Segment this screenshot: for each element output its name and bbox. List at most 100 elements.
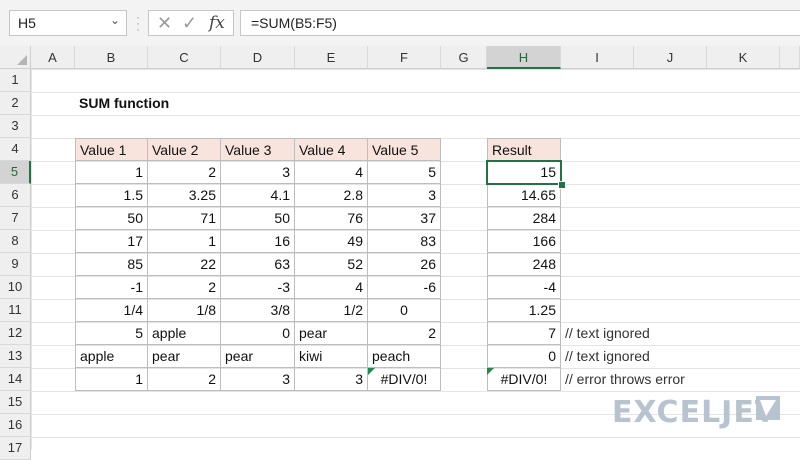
table-cell[interactable]: 50 [221,207,295,230]
table-cell[interactable]: -3 [221,276,295,299]
table-cell[interactable]: 37 [368,207,441,230]
table-cell[interactable]: 3 [221,161,295,184]
table-cell[interactable]: 4 [295,161,368,184]
table-cell[interactable]: pear [148,345,221,368]
column-header-next[interactable] [780,46,800,69]
table-cell[interactable]: 5 [75,322,148,345]
table-cell[interactable]: apple [148,322,221,345]
result-cell[interactable]: 166 [487,230,561,253]
formula-input[interactable]: =SUM(B5:F5) [240,10,800,36]
table-header-e[interactable]: Value 4 [295,138,368,161]
table-header-b[interactable]: Value 1 [75,138,148,161]
result-cell[interactable]: 1.25 [487,299,561,322]
row-header-9[interactable]: 9 [0,253,31,276]
column-header-a[interactable]: A [31,46,75,69]
row-header-14[interactable]: 14 [0,368,31,391]
table-cell[interactable]: 2 [148,276,221,299]
table-cell[interactable]: 22 [148,253,221,276]
name-box[interactable]: H5 ⌄ [9,10,127,36]
row-header-16[interactable]: 16 [0,414,31,437]
table-cell[interactable]: 2 [368,322,441,345]
table-cell[interactable]: 63 [221,253,295,276]
column-header-c[interactable]: C [148,46,221,69]
table-header-f[interactable]: Value 5 [368,138,441,161]
table-header-d[interactable]: Value 3 [221,138,295,161]
table-cell[interactable]: 3 [295,368,368,391]
row-header-13[interactable]: 13 [0,345,31,368]
table-cell[interactable]: 4.1 [221,184,295,207]
result-cell[interactable]: 248 [487,253,561,276]
result-cell[interactable]: 14.65 [487,184,561,207]
fx-icon[interactable]: fx [209,13,225,33]
table-cell[interactable]: 52 [295,253,368,276]
row-header-10[interactable]: 10 [0,276,31,299]
column-header-h[interactable]: H [487,46,561,69]
table-cell[interactable]: 3.25 [148,184,221,207]
table-cell[interactable]: 83 [368,230,441,253]
row-header-15[interactable]: 15 [0,391,31,414]
chevron-down-icon[interactable]: ⌄ [110,13,120,27]
table-header-c[interactable]: Value 2 [148,138,221,161]
row-header-4[interactable]: 4 [0,138,31,161]
table-cell[interactable]: 1.5 [75,184,148,207]
table-cell[interactable]: kiwi [295,345,368,368]
column-header-j[interactable]: J [634,46,707,69]
splitter-handle[interactable]: · · · [136,11,140,35]
table-cell[interactable]: -1 [75,276,148,299]
table-cell[interactable]: #DIV/0! [368,368,441,391]
table-cell[interactable]: 1 [75,161,148,184]
table-cell[interactable]: 3 [368,184,441,207]
column-header-i[interactable]: I [561,46,634,69]
table-cell[interactable]: -6 [368,276,441,299]
table-cell[interactable]: peach [368,345,441,368]
row-header-3[interactable]: 3 [0,115,31,138]
table-cell[interactable]: 71 [148,207,221,230]
table-cell[interactable]: 1 [75,368,148,391]
table-cell[interactable]: 16 [221,230,295,253]
table-cell[interactable]: 49 [295,230,368,253]
column-header-f[interactable]: F [368,46,441,69]
result-cell[interactable]: 7 [487,322,561,345]
table-cell[interactable]: 17 [75,230,148,253]
row-header-1[interactable]: 1 [0,69,31,92]
column-header-d[interactable]: D [221,46,295,69]
row-header-2[interactable]: 2 [0,92,31,115]
row-header-6[interactable]: 6 [0,184,31,207]
table-cell[interactable]: 26 [368,253,441,276]
table-cell[interactable]: 50 [75,207,148,230]
column-header-k[interactable]: K [707,46,780,69]
result-cell[interactable]: 0 [487,345,561,368]
table-cell[interactable]: 1/4 [75,299,148,322]
table-cell[interactable]: 0 [368,299,441,322]
table-cell[interactable]: 2.8 [295,184,368,207]
table-cell[interactable]: 85 [75,253,148,276]
enter-icon[interactable]: ✓ [182,13,197,34]
table-cell[interactable]: 1/8 [148,299,221,322]
column-header-e[interactable]: E [295,46,368,69]
table-cell[interactable]: 2 [148,161,221,184]
select-all-button[interactable] [0,46,31,69]
table-cell[interactable]: 76 [295,207,368,230]
table-cell[interactable]: 1/2 [295,299,368,322]
row-header-5[interactable]: 5 [0,161,31,184]
column-header-b[interactable]: B [75,46,148,69]
table-cell[interactable]: 1 [148,230,221,253]
table-cell[interactable]: 3 [221,368,295,391]
row-header-12[interactable]: 12 [0,322,31,345]
row-header-11[interactable]: 11 [0,299,31,322]
table-cell[interactable]: apple [75,345,148,368]
row-header-17[interactable]: 17 [0,437,31,460]
row-header-7[interactable]: 7 [0,207,31,230]
result-header[interactable]: Result [487,138,561,161]
table-cell[interactable]: pear [295,322,368,345]
fill-handle[interactable] [558,181,566,189]
result-cell[interactable]: 284 [487,207,561,230]
table-cell[interactable]: 2 [148,368,221,391]
cancel-icon[interactable]: ✕ [157,13,172,34]
result-cell[interactable]: -4 [487,276,561,299]
table-cell[interactable]: 3/8 [221,299,295,322]
column-header-g[interactable]: G [441,46,487,69]
table-cell[interactable]: 4 [295,276,368,299]
table-cell[interactable]: 5 [368,161,441,184]
result-cell[interactable]: #DIV/0! [487,368,561,391]
